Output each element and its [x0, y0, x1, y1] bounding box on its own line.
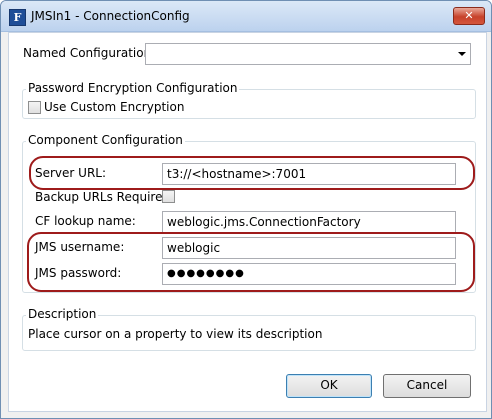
use-custom-encryption-label: Use Custom Encryption	[44, 100, 185, 114]
server-url-highlight	[29, 156, 475, 190]
title-bar[interactable]: F JMSIn1 - ConnectionConfig ✕	[1, 1, 491, 32]
cancel-button[interactable]: Cancel	[383, 374, 471, 398]
description-text: Place cursor on a property to view its d…	[28, 327, 323, 341]
component-configuration-title: Component Configuration	[26, 133, 185, 147]
backup-urls-label: Backup URLs Required	[35, 190, 171, 204]
description-title: Description	[26, 307, 99, 321]
chevron-down-icon[interactable]	[458, 52, 466, 56]
named-configuration-select[interactable]	[145, 43, 471, 65]
credentials-highlight	[27, 232, 475, 292]
named-configuration-label: Named Configuration	[23, 46, 152, 60]
use-custom-encryption-checkbox[interactable]	[28, 101, 41, 114]
cf-lookup-label: CF lookup name:	[35, 214, 136, 228]
dialog-content: Named Configuration Password Encryption …	[8, 32, 487, 412]
window-title: JMSIn1 - ConnectionConfig	[31, 9, 190, 23]
close-button[interactable]: ✕	[453, 7, 485, 25]
backup-urls-checkbox[interactable]	[162, 190, 175, 203]
ok-button[interactable]: OK	[286, 374, 372, 398]
cf-lookup-input[interactable]: weblogic.jms.ConnectionFactory	[162, 211, 456, 233]
password-encryption-title: Password Encryption Configuration	[26, 81, 240, 95]
connection-config-dialog: F JMSIn1 - ConnectionConfig ✕ Named Conf…	[0, 0, 492, 419]
app-icon: F	[9, 9, 26, 26]
